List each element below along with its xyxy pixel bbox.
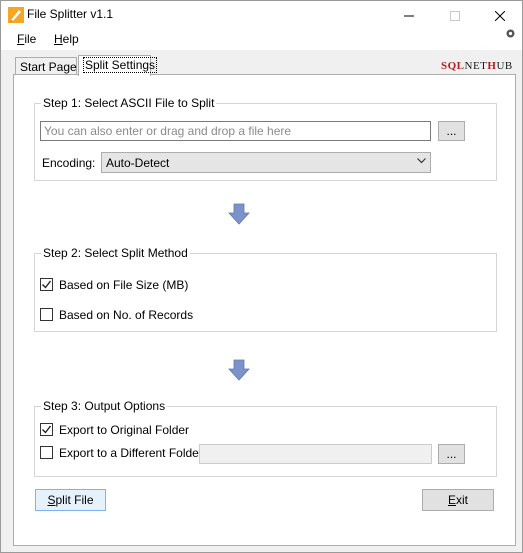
browse-folder-button[interactable]: ... (438, 444, 465, 464)
file-size-checkbox[interactable] (40, 278, 53, 291)
menu-help-label: elp (62, 32, 79, 46)
browse-file-button[interactable]: ... (438, 121, 465, 141)
checkmark-icon (42, 425, 52, 434)
original-folder-label: Export to Original Folder (59, 423, 190, 437)
original-folder-checkbox[interactable] (40, 423, 53, 436)
output-folder-input[interactable] (199, 444, 432, 464)
tab-split-settings-label: Split Settings (83, 57, 158, 73)
split-file-mnemonic: S (47, 493, 56, 507)
menu-file-label: ile (24, 32, 37, 46)
tab-split-settings[interactable]: Split Settings (78, 55, 158, 76)
menu-help[interactable]: Help (52, 32, 81, 46)
file-path-input[interactable]: You can also enter or drag and drop a fi… (40, 121, 431, 141)
different-folder-checkbox[interactable] (40, 446, 53, 459)
step3-title: Step 3: Output Options (41, 399, 168, 413)
encoding-select[interactable]: Auto-Detect (101, 152, 431, 173)
encoding-value: Auto-Detect (106, 156, 170, 170)
tab-start-page[interactable]: Start Page (15, 57, 77, 75)
app-window: File Splitter v1.1 File Help SQLNETHUB S… (0, 0, 523, 553)
close-button[interactable] (477, 1, 523, 30)
checkmark-icon (42, 280, 52, 289)
split-file-button[interactable]: Split File (35, 489, 106, 511)
file-size-label: Based on File Size (MB) (59, 278, 189, 292)
menu-bar: File Help SQLNETHUB (1, 30, 522, 72)
menu-file[interactable]: File (15, 32, 38, 46)
chevron-down-icon (417, 158, 426, 164)
file-path-placeholder: You can also enter or drag and drop a fi… (44, 124, 292, 138)
close-icon (495, 10, 505, 21)
minimize-button[interactable] (386, 1, 432, 30)
encoding-label: Encoding: (42, 156, 96, 170)
logo-mark-icon (506, 29, 515, 38)
window-title: File Splitter v1.1 (27, 7, 114, 21)
step2-group: Step 2: Select Split Method Based on Fil… (34, 246, 497, 332)
minimize-icon (404, 15, 414, 16)
different-folder-label: Export to a Different Folder (59, 446, 203, 460)
tab-start-page-label: Start Page (20, 60, 77, 74)
maximize-button[interactable] (432, 1, 478, 30)
exit-mnemonic: E (447, 493, 456, 507)
step3-group: Step 3: Output Options Export to Origina… (34, 399, 497, 477)
menu-help-mnemonic: H (54, 32, 63, 46)
step1-title: Step 1: Select ASCII File to Split (41, 96, 217, 110)
step2-title: Step 2: Select Split Method (41, 246, 190, 260)
title-bar[interactable]: File Splitter v1.1 (1, 1, 522, 30)
arrow-down-icon (228, 203, 250, 225)
records-label: Based on No. of Records (59, 308, 194, 322)
split-file-label: plit File (55, 493, 94, 507)
exit-button[interactable]: Exit (422, 489, 494, 511)
step1-group: Step 1: Select ASCII File to Split You c… (34, 96, 497, 181)
exit-label: xit (456, 493, 468, 507)
maximize-icon (450, 10, 460, 21)
records-checkbox[interactable] (40, 308, 53, 321)
sqlnethub-logo: SQLNETHUB (441, 60, 513, 72)
app-icon (8, 7, 24, 23)
arrow-down-icon (228, 359, 250, 381)
split-settings-panel: Step 1: Select ASCII File to Split You c… (13, 74, 516, 546)
